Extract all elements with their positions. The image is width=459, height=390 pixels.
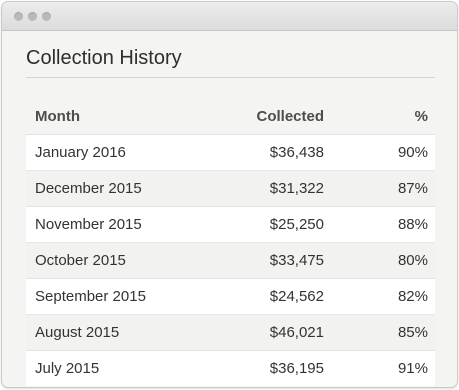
table-row: January 2016 $36,438 90% [26,134,435,171]
app-window: Collection History Month Collected % Jan… [1,1,458,388]
table-row: November 2015 $25,250 88% [26,206,435,243]
cell-month: August 2015 [26,314,216,351]
panel-title: Collection History [26,47,182,69]
cell-percent: 82% [324,278,435,315]
table-header-row: Month Collected % [26,99,435,135]
cell-percent: 80% [324,242,435,279]
cell-percent: 87% [324,170,435,207]
zoom-window-button[interactable] [42,12,51,21]
cell-month: September 2015 [26,278,216,315]
cell-collected: $36,195 [216,350,324,386]
cell-collected: $31,322 [216,170,324,207]
cell-percent: 90% [324,134,435,171]
cell-percent: 91% [324,350,435,386]
minimize-window-button[interactable] [28,12,37,21]
table-row: September 2015 $24,562 82% [26,278,435,315]
table-row: December 2015 $31,322 87% [26,170,435,207]
column-header-percent: % [324,99,435,135]
window-titlebar [2,2,457,31]
cell-month: January 2016 [26,134,216,171]
cell-collected: $24,562 [216,278,324,315]
cell-collected: $46,021 [216,314,324,351]
table-row: October 2015 $33,475 80% [26,242,435,279]
cell-collected: $36,438 [216,134,324,171]
collection-history-table: Month Collected % January 2016 $36,438 9… [26,99,435,386]
cell-month: July 2015 [26,350,216,386]
cell-percent: 88% [324,206,435,243]
cell-percent: 85% [324,314,435,351]
cell-month: October 2015 [26,242,216,279]
cell-month: December 2015 [26,170,216,207]
cell-month: November 2015 [26,206,216,243]
column-header-month: Month [26,99,216,135]
close-window-button[interactable] [14,12,23,21]
table-row: August 2015 $46,021 85% [26,314,435,351]
table-row: July 2015 $36,195 91% [26,350,435,386]
cell-collected: $33,475 [216,242,324,279]
title-divider [26,77,435,78]
cell-collected: $25,250 [216,206,324,243]
column-header-collected: Collected [216,99,324,135]
